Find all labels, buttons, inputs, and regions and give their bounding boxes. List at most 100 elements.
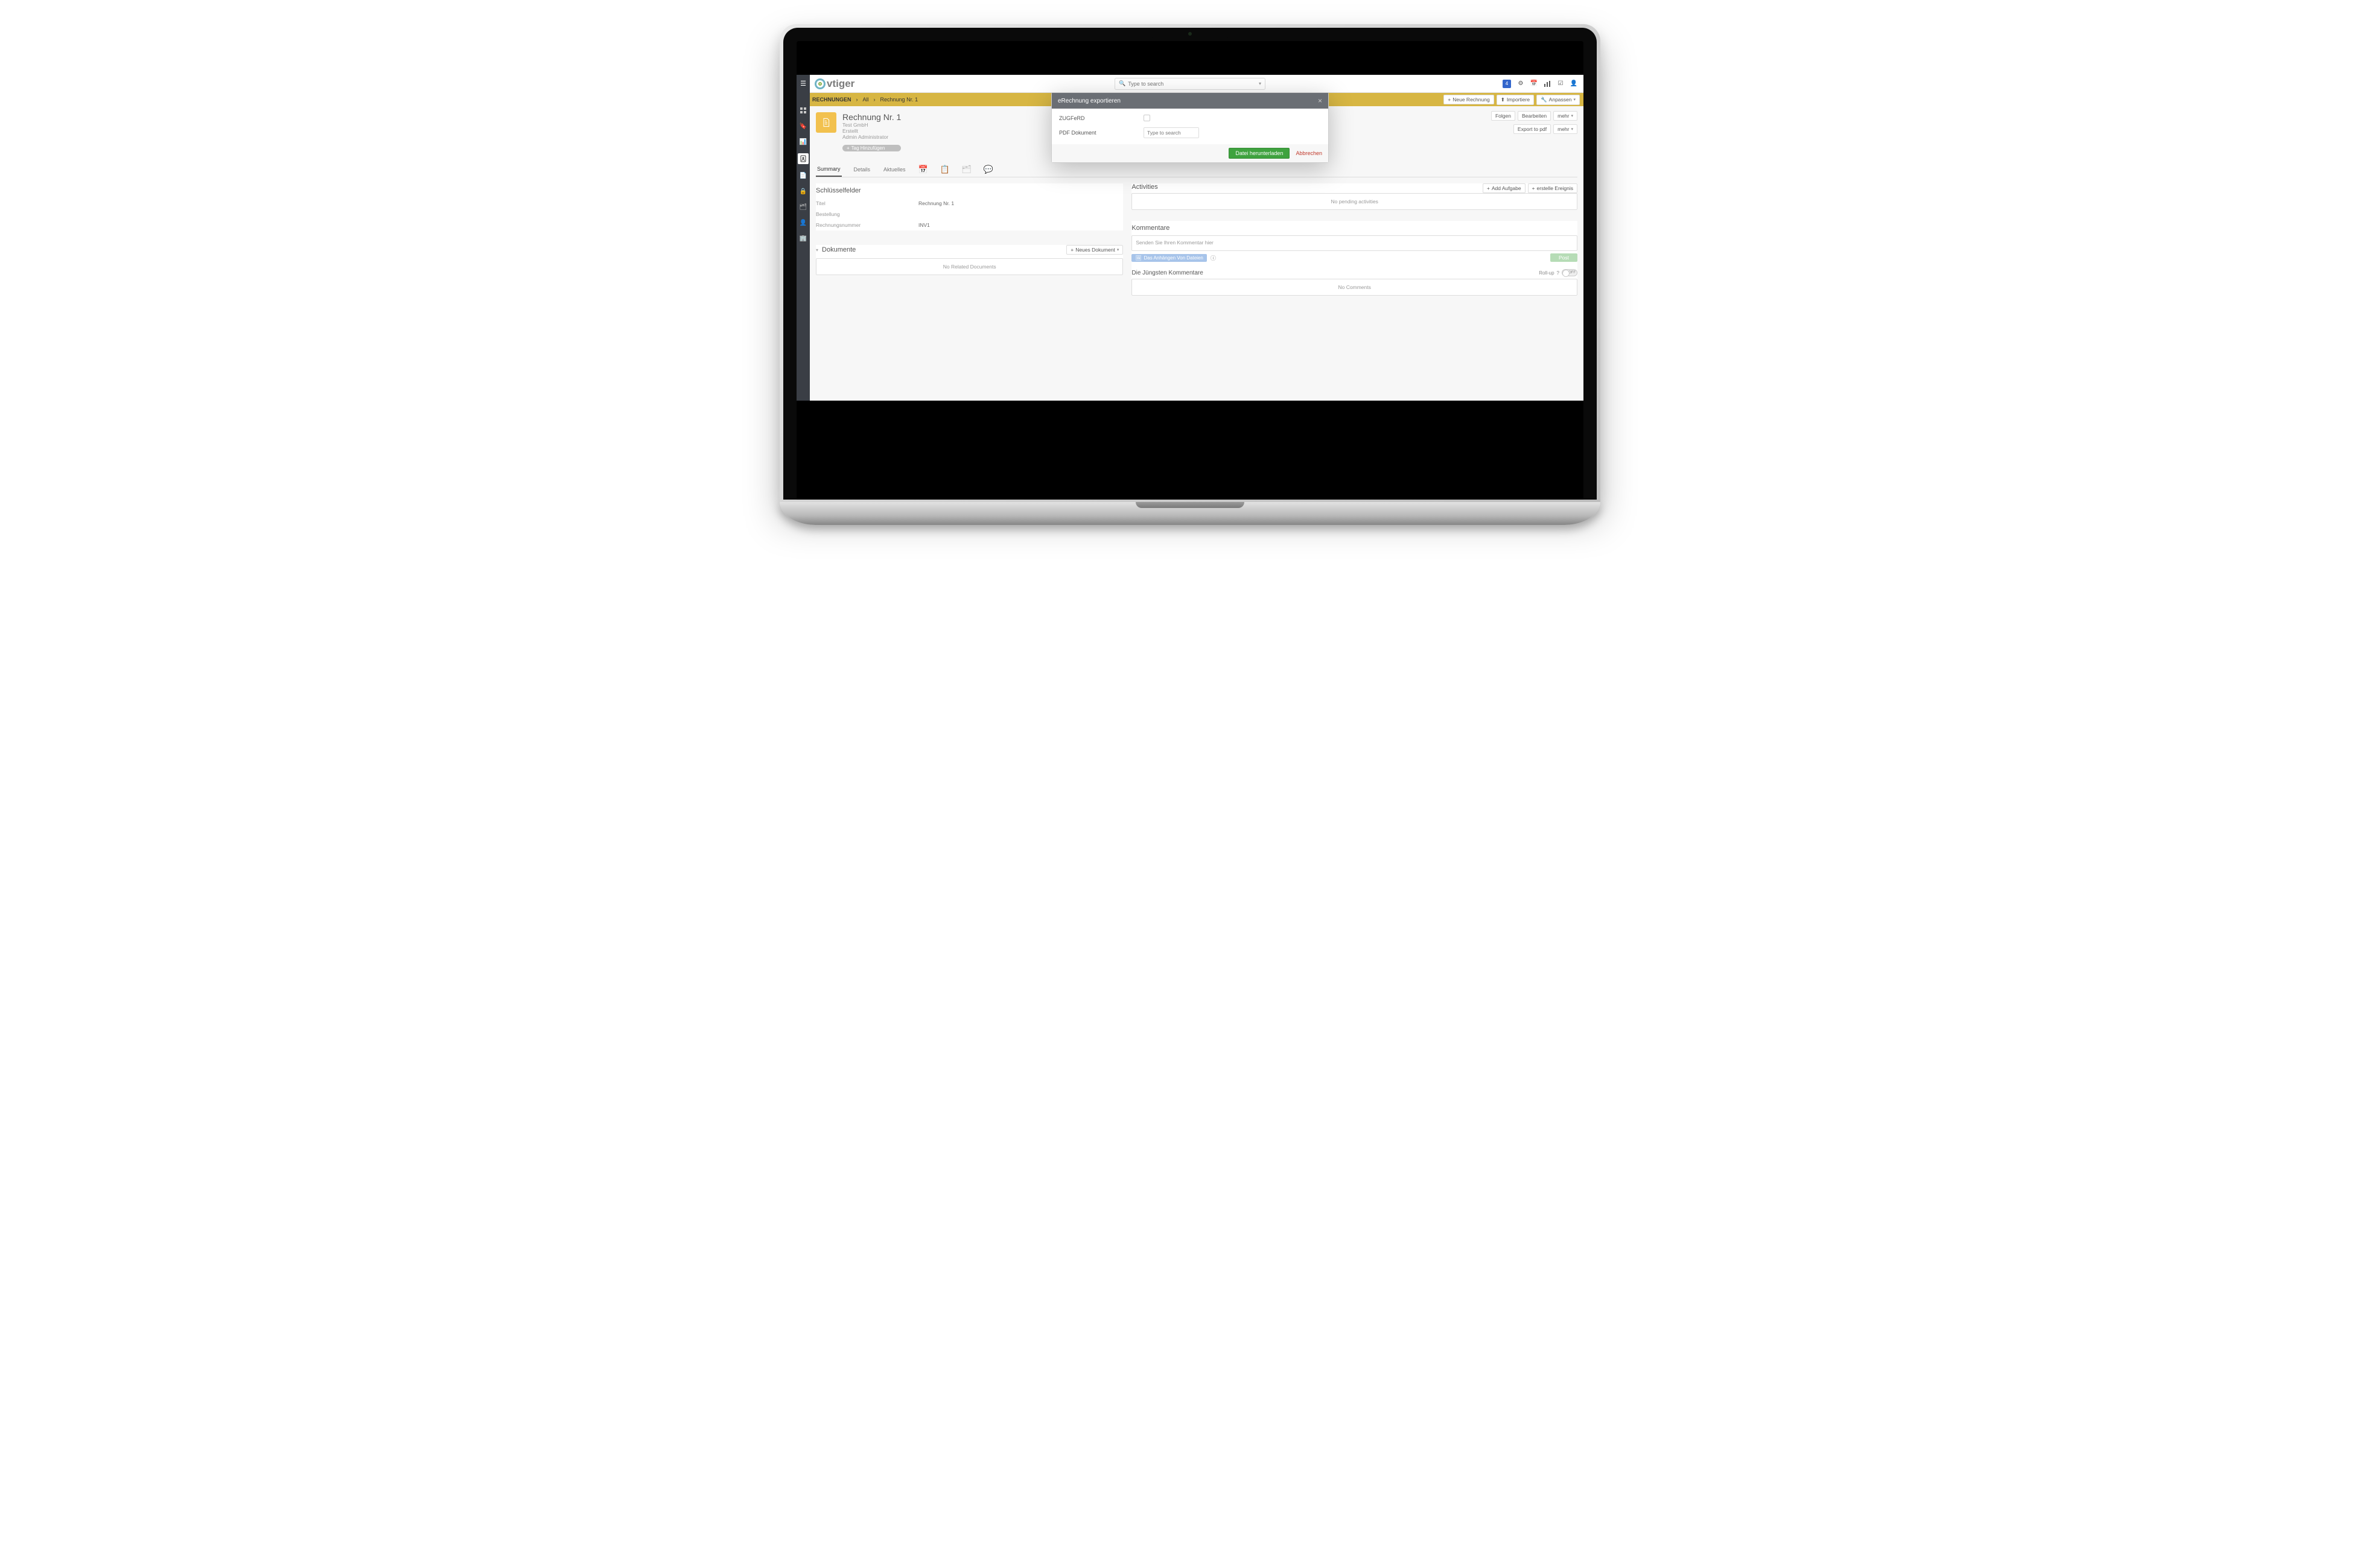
right-column: Activities +Add Aufgabe +erstelle Ereign…	[1131, 183, 1577, 296]
record-org[interactable]: Test GmbH	[842, 122, 901, 128]
rail-document-icon[interactable]: 📄	[799, 171, 807, 180]
kv-order: Bestellung	[816, 209, 1123, 220]
documents-panel: ▾ Dokumente +Neues Dokument▾ No Related …	[816, 245, 1123, 275]
rail-contact-icon[interactable]	[798, 153, 809, 164]
screen-content: ☰ vtiger 🔍 ▾ 4	[797, 41, 1583, 500]
zugferd-checkbox[interactable]	[1144, 115, 1150, 121]
breadcrumb-all[interactable]: All	[861, 97, 871, 103]
chevron-down-icon: ▾	[1571, 127, 1573, 132]
edit-button[interactable]: Bearbeiten	[1518, 111, 1551, 121]
activities-panel: Activities +Add Aufgabe +erstelle Ereign…	[1131, 183, 1577, 210]
hamburger-menu-button[interactable]: ☰	[797, 75, 810, 93]
export-modal: eRechnung exportieren × ZUGFeRD PDF Doku…	[1051, 92, 1329, 163]
cancel-button[interactable]: Abbrechen	[1296, 150, 1322, 156]
download-button[interactable]: Datei herunterladen	[1229, 148, 1290, 159]
more-label: mehr	[1558, 113, 1569, 119]
tab-summary[interactable]: Summary	[816, 164, 842, 177]
tab-details[interactable]: Details	[853, 164, 872, 176]
record-status: Erstellt	[842, 128, 901, 134]
new-invoice-button[interactable]: +Neue Rechnung	[1443, 95, 1494, 104]
customize-button[interactable]: 🔧Anpassen▾	[1536, 95, 1580, 105]
chevron-down-icon[interactable]: ▾	[1259, 81, 1261, 86]
export-pdf-button[interactable]: Export to pdf	[1513, 124, 1551, 134]
laptop-base	[780, 502, 1600, 525]
plus-icon: +	[1532, 185, 1535, 191]
kv-title-value: Rechnung Nr. 1	[918, 200, 954, 206]
plus-icon: +	[1448, 97, 1451, 103]
follow-button[interactable]: Folgen	[1491, 111, 1515, 121]
documents-empty: No Related Documents	[816, 258, 1123, 275]
kv-number: RechnungsnummerINV1	[816, 220, 1123, 230]
laptop-bezel: ☰ vtiger 🔍 ▾ 4	[780, 24, 1600, 503]
add-tag-button[interactable]: +Tag Hinzufügen	[842, 145, 901, 151]
tab-clipboard-icon[interactable]: 📋	[940, 166, 950, 174]
rail-user-icon[interactable]: 👤	[799, 218, 807, 227]
attach-files-button[interactable]: 🖼Das Anhängen Von Dateien	[1131, 254, 1206, 262]
help-icon[interactable]: ?	[1557, 270, 1559, 276]
left-column: Schlüsselfelder TitelRechnung Nr. 1 Best…	[816, 183, 1123, 296]
key-fields-panel: Schlüsselfelder TitelRechnung Nr. 1 Best…	[816, 183, 1123, 230]
more-button-2[interactable]: mehr ▾	[1553, 124, 1577, 134]
gear-icon[interactable]: ⚙	[1517, 80, 1524, 87]
import-button[interactable]: ⬆Importiere	[1497, 95, 1534, 105]
global-search-input[interactable]	[1125, 81, 1259, 87]
more-button[interactable]: mehr ▾	[1553, 111, 1577, 121]
record-title: Rechnung Nr. 1	[842, 112, 901, 122]
global-search[interactable]: 🔍 ▾	[1115, 78, 1265, 90]
laptop-inner: ☰ vtiger 🔍 ▾ 4	[783, 28, 1597, 500]
rail-folder-icon[interactable]: 🗂	[799, 203, 807, 211]
brand-logo[interactable]: vtiger	[810, 78, 859, 90]
rail-dashboard-icon[interactable]	[799, 106, 807, 115]
rollup-label: Roll-up	[1539, 270, 1554, 276]
tab-calendar-icon[interactable]: 📅	[918, 166, 929, 174]
add-event-button[interactable]: +erstelle Ereignis	[1528, 183, 1577, 193]
pdf-document-label: PDF Dokument	[1059, 130, 1144, 136]
kv-title-label: Titel	[816, 200, 918, 206]
topbar: ☰ vtiger 🔍 ▾ 4	[797, 75, 1583, 93]
new-document-button[interactable]: +Neues Dokument▾	[1066, 245, 1123, 255]
new-invoice-label: Neue Rechnung	[1452, 97, 1489, 103]
rollup-toggle[interactable]: OFF	[1562, 269, 1577, 276]
rail-building-icon[interactable]: 🏢	[799, 234, 807, 243]
rail-chart-icon[interactable]: 📊	[799, 138, 807, 146]
camera-icon	[1188, 32, 1192, 36]
comments-heading: Kommentare	[1131, 221, 1577, 235]
kv-number-value: INV1	[918, 222, 930, 228]
pdf-document-search[interactable]: 🔍	[1144, 127, 1199, 138]
rail-bookmark-icon[interactable]: 🔖	[799, 122, 807, 130]
modal-title: eRechnung exportieren	[1058, 98, 1121, 104]
info-icon[interactable]: ⓘ	[1211, 254, 1216, 262]
tab-stack-icon[interactable]: 🗂	[961, 166, 972, 174]
chevron-down-icon[interactable]: ▾	[816, 247, 818, 253]
brand-name: vtiger	[827, 78, 854, 90]
reports-icon[interactable]	[1544, 80, 1551, 87]
zugferd-label: ZUGFeRD	[1059, 115, 1144, 121]
rail-lock-icon[interactable]: 🔒	[799, 187, 807, 195]
attach-label: Das Anhängen Von Dateien	[1144, 255, 1203, 261]
calendar-icon[interactable]: 📅	[1530, 80, 1538, 87]
chevron-down-icon: ▾	[1573, 97, 1576, 102]
kv-order-label: Bestellung	[816, 211, 918, 217]
pdf-search-input[interactable]	[1144, 128, 1199, 138]
tab-updates[interactable]: Aktuelles	[882, 164, 907, 176]
chevron-right-icon: ›	[854, 97, 861, 103]
modal-footer: Datei herunterladen Abbrechen	[1052, 144, 1328, 162]
module-name[interactable]: RECHNUNGEN	[810, 97, 854, 103]
tab-comment-icon[interactable]: 💬	[983, 166, 994, 174]
new-document-label: Neues Dokument	[1075, 247, 1115, 253]
plus-icon: +	[1071, 247, 1074, 253]
close-icon[interactable]: ×	[1318, 97, 1322, 105]
add-task-button[interactable]: +Add Aufgabe	[1483, 183, 1526, 193]
app-viewport: ☰ vtiger 🔍 ▾ 4	[797, 75, 1583, 401]
record-meta: Rechnung Nr. 1 Test GmbH Erstellt Admin …	[842, 112, 901, 151]
post-comment-button[interactable]: Post	[1550, 253, 1577, 262]
notification-badge[interactable]: 4	[1503, 80, 1511, 88]
topbar-right-icons: 4 ⚙ 📅 ☑ 👤	[1497, 80, 1583, 88]
left-rail: 🔖 📊 📄 🔒 🗂 👤 🏢	[797, 93, 810, 401]
checkbox-icon[interactable]: ☑	[1557, 80, 1564, 87]
user-icon[interactable]: 👤	[1570, 80, 1577, 87]
modal-body: ZUGFeRD PDF Dokument 🔍	[1052, 109, 1328, 144]
invoice-icon	[816, 112, 836, 133]
comment-input[interactable]: Senden Sie Ihren Kommentar hier	[1131, 235, 1577, 251]
hinge-notch	[1136, 502, 1244, 508]
